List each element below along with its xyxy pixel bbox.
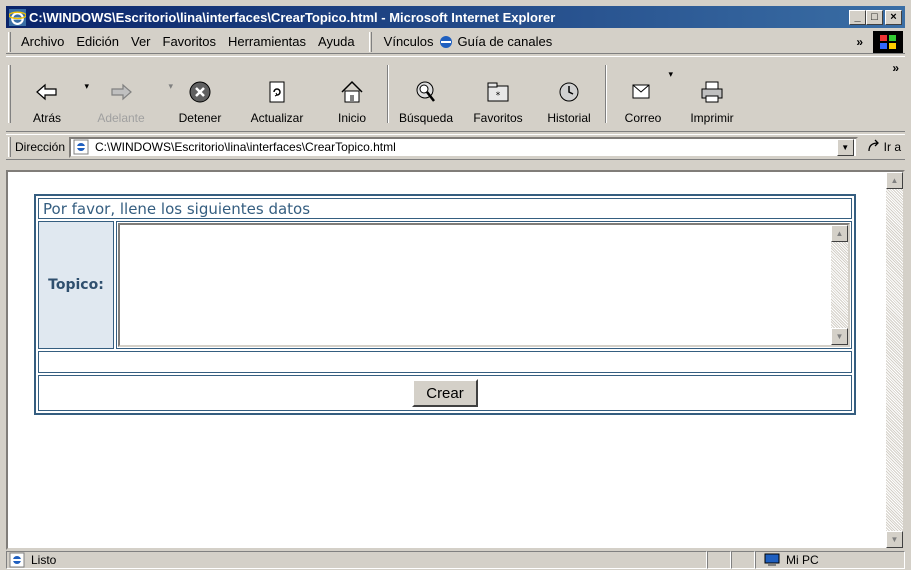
stop-icon (189, 81, 211, 103)
page-scroll-down-button[interactable]: ▼ (886, 531, 903, 548)
back-button[interactable]: Atrás ▾ (15, 59, 89, 129)
status-bar: Listo Mi PC (6, 550, 905, 570)
menu-more-chevron[interactable]: » (856, 35, 863, 49)
stop-button[interactable]: Detener (163, 59, 237, 129)
status-cell (731, 551, 755, 569)
browser-window: C:\WINDOWS\Escritorio\lina\interfaces\Cr… (0, 0, 911, 570)
menu-edicion[interactable]: Edición (70, 34, 125, 49)
page-icon (73, 139, 89, 155)
ie-logo-icon (9, 8, 26, 26)
window-title: C:\WINDOWS\Escritorio\lina\interfaces\Cr… (29, 9, 556, 25)
topic-label: Topico: (38, 221, 114, 349)
links-grip[interactable] (368, 31, 372, 52)
forward-arrow-icon (111, 83, 132, 101)
svg-text:*: * (496, 91, 501, 101)
page-scrollbar[interactable]: ▲ ▼ (886, 172, 903, 548)
channel-guide-link[interactable]: Guía de canales (458, 34, 553, 49)
textarea-scroll-down-button[interactable]: ▼ (831, 328, 848, 345)
textarea-scroll-up-button[interactable]: ▲ (831, 225, 848, 242)
textarea-scrollbar[interactable]: ▲ ▼ (831, 225, 848, 345)
spacer-row (38, 351, 852, 373)
menu-favoritos[interactable]: Favoritos (157, 34, 222, 49)
ie-page-icon (439, 35, 452, 48)
topic-row: Topico: ▲ ▼ (38, 221, 852, 349)
menu-ver[interactable]: Ver (125, 34, 157, 49)
button-row: Crear (38, 375, 852, 411)
address-bar: Dirección C:\WINDOWS\Escritorio\lina\int… (6, 134, 905, 160)
toolbar-grip[interactable] (8, 65, 11, 123)
title-bar[interactable]: C:\WINDOWS\Escritorio\lina\interfaces\Cr… (6, 6, 905, 28)
go-arrow-icon (868, 139, 879, 152)
history-button[interactable]: Historial (533, 59, 605, 129)
address-label: Dirección (15, 140, 66, 154)
maximize-button[interactable]: □ (866, 9, 883, 25)
page-viewport: Por favor, llene los siguientes datos To… (6, 170, 905, 550)
history-clock-icon (559, 82, 579, 102)
toolbar-more-chevron[interactable]: » (892, 61, 899, 75)
close-button[interactable]: × (885, 9, 902, 25)
form-heading: Por favor, llene los siguientes datos (38, 198, 852, 219)
printer-icon (701, 81, 723, 103)
home-button[interactable]: Inicio (317, 59, 387, 129)
page-status-icon (9, 552, 25, 568)
standard-toolbar: Atrás ▾ Adelante ▾ Detener Actualizar In… (6, 56, 905, 132)
windows-flag-icon (873, 30, 903, 53)
back-arrow-icon (36, 83, 57, 101)
my-computer-icon (764, 553, 780, 566)
mail-dropdown-icon[interactable]: ▾ (668, 69, 673, 80)
links-label[interactable]: Vínculos (384, 34, 434, 49)
create-topic-form: Por favor, llene los siguientes datos To… (34, 194, 856, 415)
security-zone: Mi PC (755, 551, 905, 569)
refresh-button[interactable]: Actualizar (237, 59, 317, 129)
print-button[interactable]: Imprimir (679, 59, 745, 129)
minimize-button[interactable]: _ (849, 9, 866, 25)
address-url: C:\WINDOWS\Escritorio\lina\interfaces\Cr… (95, 140, 396, 154)
menu-bar: Archivo Edición Ver Favoritos Herramient… (6, 30, 905, 54)
crear-button[interactable]: Crear (412, 379, 478, 407)
mail-icon (632, 84, 650, 99)
address-input[interactable]: C:\WINDOWS\Escritorio\lina\interfaces\Cr… (69, 136, 858, 158)
status-cell (707, 551, 731, 569)
refresh-icon (269, 81, 285, 103)
search-globe-icon (416, 81, 435, 102)
menu-ayuda[interactable]: Ayuda (312, 34, 361, 49)
home-icon (341, 80, 363, 103)
address-dropdown-button[interactable]: ▼ (836, 138, 854, 156)
menu-herramientas[interactable]: Herramientas (222, 34, 312, 49)
favorites-folder-icon: * (487, 82, 509, 102)
go-button[interactable]: Ir a (866, 139, 901, 155)
page-scroll-up-button[interactable]: ▲ (886, 172, 903, 189)
menu-grip[interactable] (8, 31, 11, 52)
favorites-button[interactable]: * Favoritos (463, 59, 533, 129)
menu-archivo[interactable]: Archivo (15, 34, 70, 49)
search-button[interactable]: Búsqueda (389, 59, 463, 129)
status-text: Listo (31, 553, 57, 567)
forward-button[interactable]: Adelante ▾ (79, 59, 173, 129)
topic-textarea[interactable]: ▲ ▼ (118, 223, 850, 347)
mail-button[interactable]: Correo ▾ (607, 59, 679, 129)
address-grip[interactable] (8, 137, 11, 157)
